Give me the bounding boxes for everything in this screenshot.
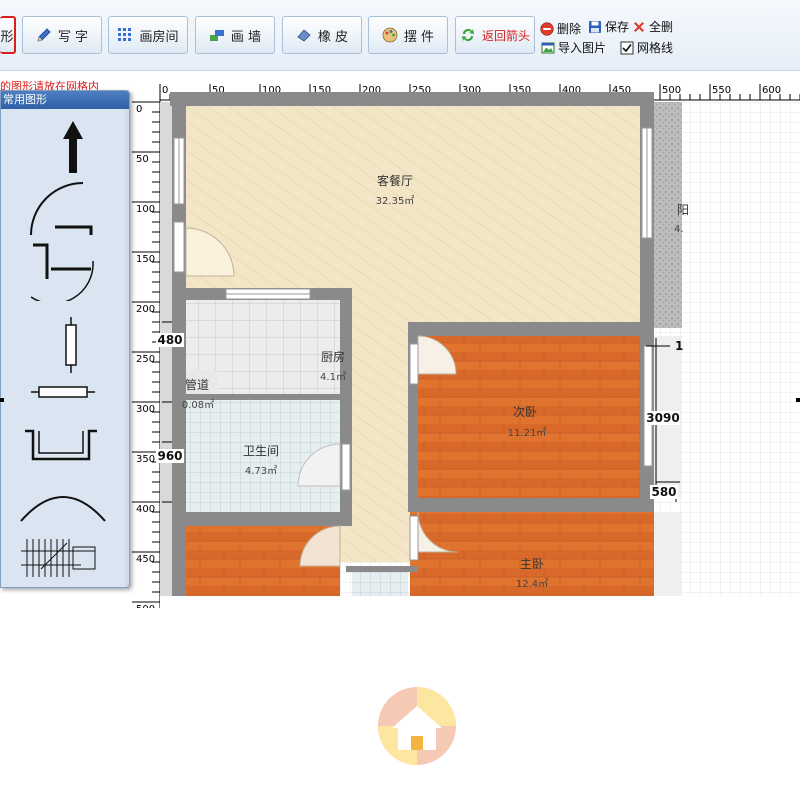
bathroom-area: 4.73㎡ xyxy=(245,465,277,477)
write-text-button[interactable]: 写 字 xyxy=(22,16,102,54)
second-bedroom-name: 次卧 xyxy=(513,405,537,419)
dimension-960: 960 xyxy=(157,449,182,463)
eraser-button[interactable]: 橡 皮 xyxy=(282,16,362,54)
floppy-disk-icon xyxy=(589,20,601,33)
ruler-top-label: 500 xyxy=(662,85,681,96)
ruler-left-label: 250 xyxy=(136,354,155,365)
shape-palette: 常用图形 xyxy=(0,90,130,588)
ruler-left-label: 150 xyxy=(136,254,155,265)
place-items-button[interactable]: 摆 件 xyxy=(368,16,448,54)
draw-room-label: 画房间 xyxy=(139,29,179,45)
pencil-icon xyxy=(37,28,51,42)
balcony-name: 阳 xyxy=(677,203,689,217)
ruler-top-label: 550 xyxy=(712,85,731,96)
pipe-area: 0.08㎡ xyxy=(182,399,214,411)
dimension-480: 480 xyxy=(157,333,182,347)
ruler-left-label: 500 xyxy=(136,604,155,608)
canvas-svg: 0 50 100 150 200 250 300 350 400 450 500 550 600 0 50… xyxy=(130,82,800,608)
draw-wall-label: 画 墙 xyxy=(230,29,262,45)
palette-icon xyxy=(382,27,398,43)
arch-icon[interactable] xyxy=(11,479,115,529)
arrow-up-icon[interactable] xyxy=(11,115,115,175)
import-image-label: 导入图片 xyxy=(558,41,607,55)
master-bedroom-area: 12.4㎡ xyxy=(516,578,548,590)
save-button[interactable]: 保存 xyxy=(588,18,629,35)
double-door-icon[interactable] xyxy=(11,239,115,301)
return-arrow-button[interactable]: 返回箭头 xyxy=(455,16,535,54)
door-arc-icon[interactable] xyxy=(11,173,115,243)
dimension-580: 580 xyxy=(651,485,676,499)
balcony-area: 4. xyxy=(674,224,684,235)
clear-all-button[interactable]: 全删 xyxy=(632,18,673,35)
wall-icon xyxy=(209,30,224,41)
bay-window-icon[interactable] xyxy=(11,417,115,473)
draw-room-button[interactable]: 画房间 xyxy=(108,16,188,54)
ruler-left-label: 100 xyxy=(136,204,155,215)
bathroom-name: 卫生间 xyxy=(243,444,279,458)
kitchen-name: 厨房 xyxy=(321,349,345,364)
return-arrow-label: 返回箭头 xyxy=(481,28,530,43)
window-vertical-icon[interactable] xyxy=(11,317,115,373)
write-text-label: 写 字 xyxy=(57,29,89,45)
ruler-left-label: 0 xyxy=(136,104,142,115)
refresh-arrows-icon xyxy=(461,29,474,42)
eraser-label: 橡 皮 xyxy=(317,29,349,45)
ruler-left-label: 350 xyxy=(136,454,155,465)
palette-body xyxy=(1,109,125,587)
ruler-left-label: 200 xyxy=(136,304,155,315)
living-room-area: 32.35㎡ xyxy=(376,195,415,207)
save-label: 保存 xyxy=(605,20,630,34)
checkbox-checked-icon xyxy=(620,41,634,54)
pipe-name: 管道 xyxy=(185,377,209,392)
red-x-icon xyxy=(634,21,644,32)
dimension-3090: 3090 xyxy=(646,411,679,425)
import-image-button[interactable]: 导入图片 xyxy=(541,39,606,56)
draw-shape-label: 形 xyxy=(0,29,14,45)
palette-title[interactable]: 常用图形 xyxy=(1,91,129,109)
grid-dots-icon xyxy=(118,28,132,41)
house-logo xyxy=(378,687,456,765)
second-bedroom-area: 11.21㎡ xyxy=(508,427,547,439)
ruler-left-label: 50 xyxy=(136,154,149,165)
clear-all-label: 全删 xyxy=(649,20,674,34)
stairs-icon[interactable] xyxy=(11,529,115,587)
selection-handle-left[interactable] xyxy=(0,398,4,402)
draw-shape-button[interactable]: 形 xyxy=(0,16,16,54)
ruler-left-label: 450 xyxy=(136,554,155,565)
gridline-label: 网格线 xyxy=(637,41,674,55)
dimension-1: 1 xyxy=(675,339,683,353)
window-horizontal-icon[interactable] xyxy=(11,377,115,407)
draw-wall-button[interactable]: 画 墙 xyxy=(195,16,275,54)
gridline-toggle[interactable]: 网格线 xyxy=(620,39,673,56)
kitchen-area: 4.1㎡ xyxy=(320,371,346,383)
selection-handle-right[interactable] xyxy=(796,398,800,402)
ruler-top-label: 0 xyxy=(162,85,168,96)
ruler-left-label: 300 xyxy=(136,404,155,415)
delete-button[interactable]: 删除 xyxy=(540,20,581,37)
place-items-label: 摆 件 xyxy=(403,29,435,45)
floor-plan xyxy=(160,92,682,608)
image-icon xyxy=(541,42,555,53)
master-bedroom-name: 主卧 xyxy=(520,557,544,571)
toolbar: 形 写 字 画房间 画 墙 橡 皮 摆 件 返回箭头 删除 保存 全删 导入图片 xyxy=(0,0,800,71)
delete-label: 删除 xyxy=(557,22,582,36)
drawing-canvas[interactable]: 0 50 100 150 200 250 300 350 400 450 500 550 600 0 50… xyxy=(130,82,800,608)
delete-circle-icon xyxy=(540,21,554,36)
ruler-left-label: 400 xyxy=(136,504,155,515)
ruler-top-label: 600 xyxy=(762,85,781,96)
eraser-icon xyxy=(297,29,311,42)
living-room-name: 客餐厅 xyxy=(377,173,413,188)
